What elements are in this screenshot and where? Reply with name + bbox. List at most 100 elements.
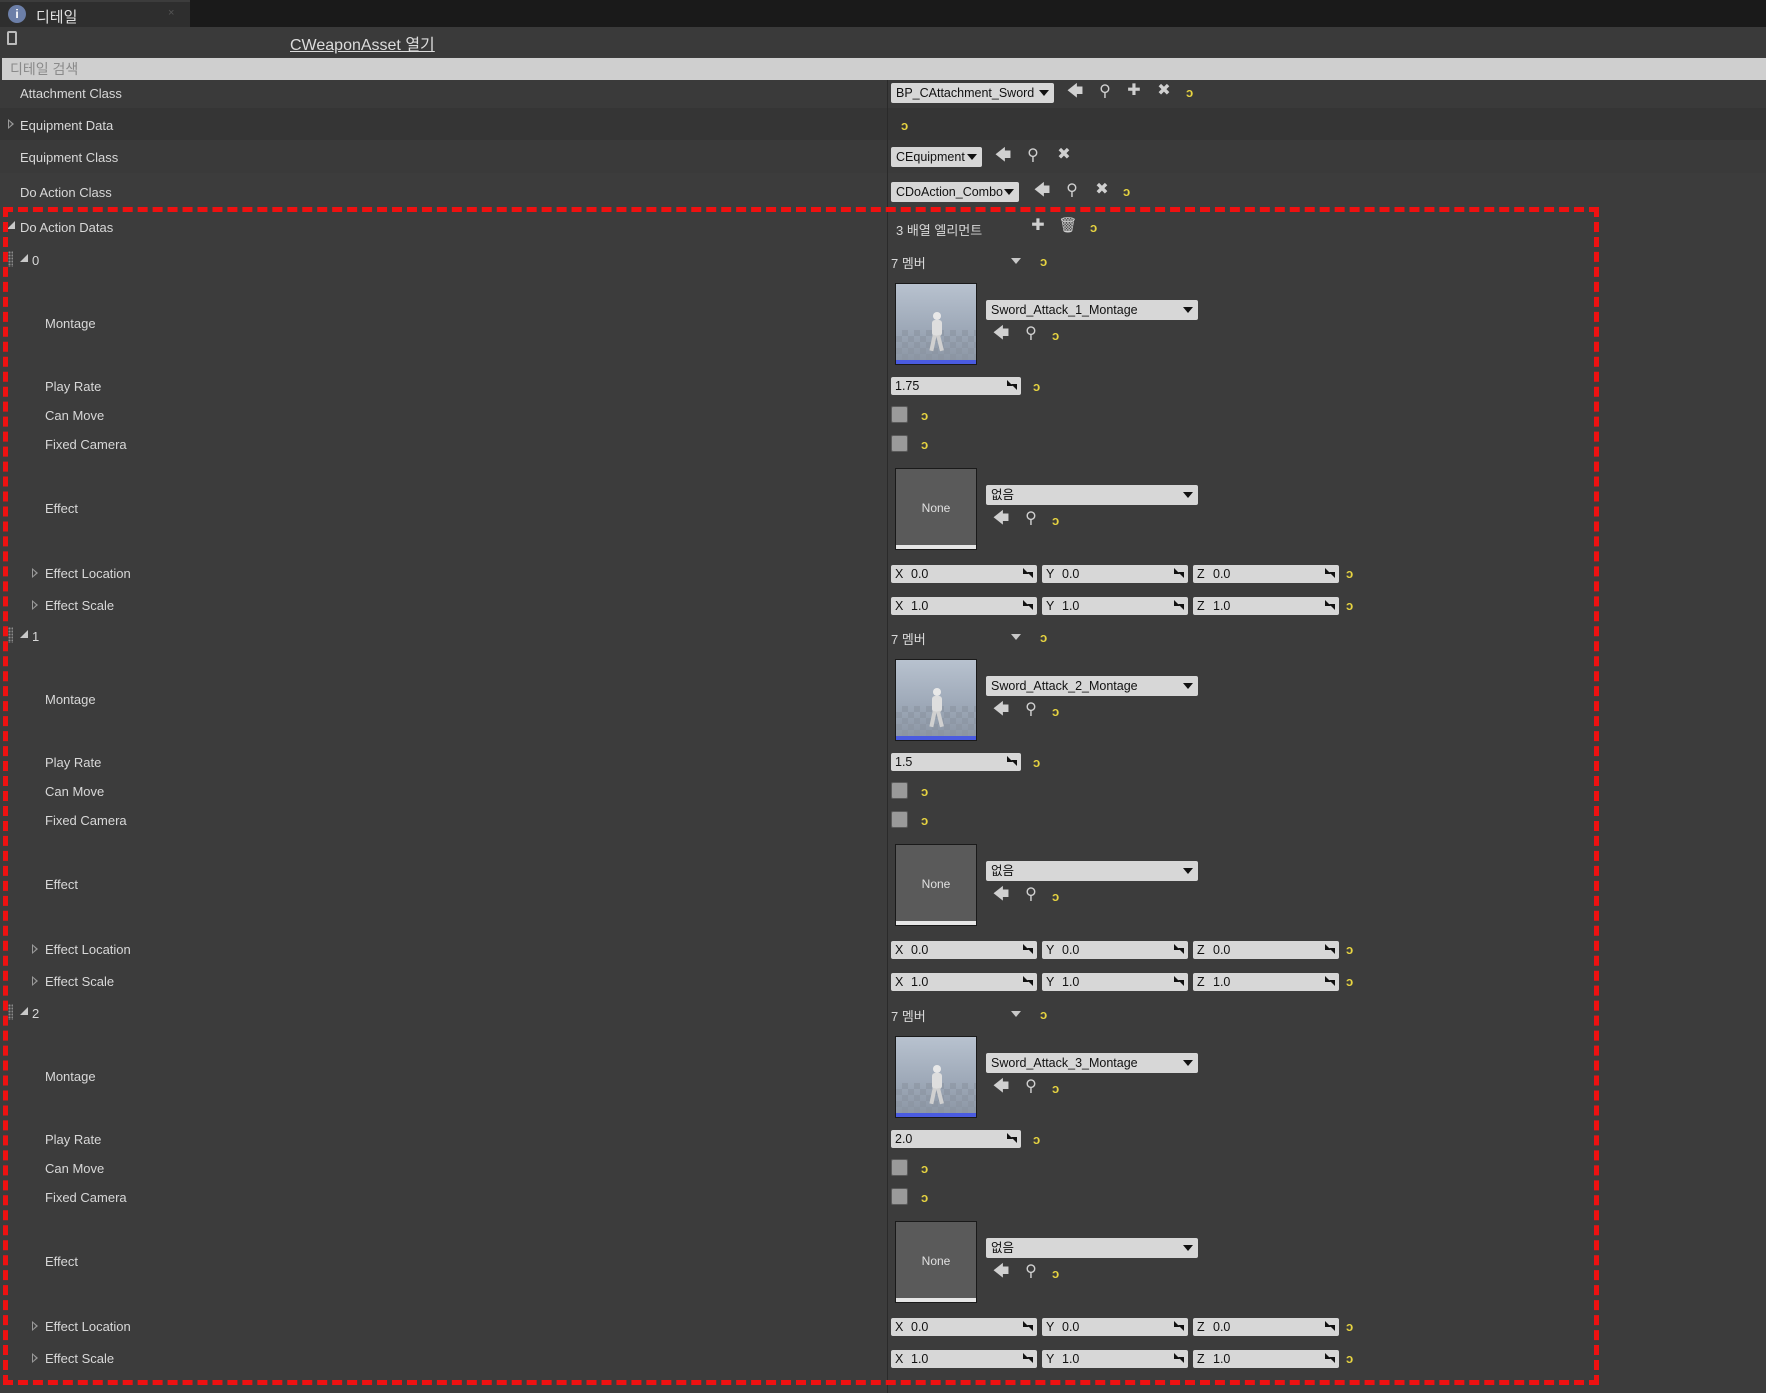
use-selected-arrow-icon[interactable]: 🡄 [991, 326, 1011, 342]
montage-thumbnail[interactable] [895, 1036, 977, 1118]
effect-location-x-field[interactable]: X 0.0 [891, 565, 1037, 583]
effect-scale-y-field[interactable]: Y 1.0 [1042, 1350, 1188, 1368]
browse-search-icon[interactable]: ⚲ [1021, 887, 1041, 903]
equipment-data-reset-icon[interactable]: ↄ [901, 119, 908, 132]
equipment-class-combo[interactable]: CEquipment [891, 147, 982, 167]
effect-location-expand-icon[interactable] [32, 944, 38, 954]
effect-location-z-field[interactable]: Z 0.0 [1193, 941, 1339, 959]
play-rate-field[interactable]: 1.5 [891, 753, 1021, 771]
fixed-camera-checkbox[interactable] [891, 435, 908, 452]
effect-thumbnail[interactable]: None [895, 468, 977, 550]
browse-search-icon[interactable]: ⚲ [1095, 84, 1115, 100]
effect-scale-y-field[interactable]: Y 1.0 [1042, 973, 1188, 991]
effect-reset-icon[interactable]: ↄ [1052, 514, 1059, 527]
browse-search-icon[interactable]: ⚲ [1021, 511, 1041, 527]
effect-location-x-field[interactable]: X 0.0 [891, 1318, 1037, 1336]
clear-icon[interactable]: ✖ [1154, 83, 1174, 99]
browse-search-icon[interactable]: ⚲ [1021, 1079, 1041, 1095]
effect-location-x-field[interactable]: X 0.0 [891, 941, 1037, 959]
element-reset-icon[interactable]: ↄ [1040, 631, 1047, 644]
browse-search-icon[interactable]: ⚲ [1021, 702, 1041, 718]
use-selected-arrow-icon[interactable]: 🡄 [1065, 84, 1085, 100]
tab-details[interactable]: i 디테일 × [0, 0, 190, 27]
effect-thumbnail[interactable]: None [895, 1221, 977, 1303]
do-action-datas-reset-icon[interactable]: ↄ [1090, 221, 1097, 234]
can-move-checkbox[interactable] [891, 1159, 908, 1176]
montage-reset-icon[interactable]: ↄ [1052, 329, 1059, 342]
members-dropdown[interactable]: 7 멤버 [891, 1006, 1021, 1025]
effect-location-reset-icon[interactable]: ↄ [1346, 943, 1353, 956]
montage-reset-icon[interactable]: ↄ [1052, 705, 1059, 718]
use-selected-arrow-icon[interactable]: 🡄 [993, 148, 1013, 164]
element-collapse-icon[interactable] [20, 254, 28, 262]
drag-handle[interactable] [8, 1004, 13, 1020]
open-asset-link[interactable]: CWeaponAsset 열기 [290, 31, 435, 55]
add-element-icon[interactable]: ✚ [1028, 218, 1048, 234]
equipment-data-expand-icon[interactable] [8, 119, 14, 129]
effect-reset-icon[interactable]: ↄ [1052, 1267, 1059, 1280]
effect-scale-z-field[interactable]: Z 1.0 [1193, 597, 1339, 615]
effect-location-y-field[interactable]: Y 0.0 [1042, 941, 1188, 959]
browse-search-icon[interactable]: ⚲ [1021, 326, 1041, 342]
can-move-reset-icon[interactable]: ↄ [921, 1162, 928, 1175]
effect-combo[interactable]: 없음 [986, 485, 1198, 505]
effect-scale-reset-icon[interactable]: ↄ [1346, 975, 1353, 988]
play-rate-reset-icon[interactable]: ↄ [1033, 1133, 1040, 1146]
can-move-checkbox[interactable] [891, 406, 908, 423]
effect-location-expand-icon[interactable] [32, 1321, 38, 1331]
use-selected-arrow-icon[interactable]: 🡄 [991, 887, 1011, 903]
tab-close-icon[interactable]: × [168, 7, 174, 19]
details-search-input[interactable] [2, 58, 1766, 80]
do-action-class-combo[interactable]: CDoAction_Combo [891, 182, 1019, 202]
effect-location-reset-icon[interactable]: ↄ [1346, 1320, 1353, 1333]
effect-scale-expand-icon[interactable] [32, 600, 38, 610]
use-selected-arrow-icon[interactable]: 🡄 [991, 511, 1011, 527]
montage-combo[interactable]: Sword_Attack_2_Montage [986, 676, 1198, 696]
element-collapse-icon[interactable] [20, 630, 28, 638]
montage-thumbnail[interactable] [895, 659, 977, 741]
fixed-camera-reset-icon[interactable]: ↄ [921, 438, 928, 451]
effect-scale-z-field[interactable]: Z 1.0 [1193, 1350, 1339, 1368]
effect-scale-expand-icon[interactable] [32, 976, 38, 986]
effect-location-y-field[interactable]: Y 0.0 [1042, 565, 1188, 583]
effect-thumbnail[interactable]: None [895, 844, 977, 926]
drag-handle[interactable] [8, 627, 13, 643]
can-move-reset-icon[interactable]: ↄ [921, 785, 928, 798]
attachment-class-combo[interactable]: BP_CAttachment_Sword [891, 83, 1054, 103]
add-icon[interactable]: ✚ [1124, 83, 1144, 99]
browse-search-icon[interactable]: ⚲ [1021, 1264, 1041, 1280]
element-reset-icon[interactable]: ↄ [1040, 1008, 1047, 1021]
lock-icon[interactable] [7, 31, 17, 45]
can-move-checkbox[interactable] [891, 782, 908, 799]
browse-search-icon[interactable]: ⚲ [1023, 148, 1043, 164]
effect-combo[interactable]: 없음 [986, 861, 1198, 881]
can-move-reset-icon[interactable]: ↄ [921, 409, 928, 422]
use-selected-arrow-icon[interactable]: 🡄 [991, 1079, 1011, 1095]
effect-scale-x-field[interactable]: X 1.0 [891, 973, 1037, 991]
element-reset-icon[interactable]: ↄ [1040, 255, 1047, 268]
effect-location-expand-icon[interactable] [32, 568, 38, 578]
delete-all-icon[interactable]: 🗑 [1058, 218, 1078, 234]
effect-scale-x-field[interactable]: X 1.0 [891, 1350, 1037, 1368]
play-rate-reset-icon[interactable]: ↄ [1033, 380, 1040, 393]
effect-scale-z-field[interactable]: Z 1.0 [1193, 973, 1339, 991]
effect-location-z-field[interactable]: Z 0.0 [1193, 1318, 1339, 1336]
effect-scale-y-field[interactable]: Y 1.0 [1042, 597, 1188, 615]
play-rate-reset-icon[interactable]: ↄ [1033, 756, 1040, 769]
clear-icon[interactable]: ✖ [1092, 182, 1112, 198]
members-dropdown[interactable]: 7 멤버 [891, 253, 1021, 272]
effect-scale-x-field[interactable]: X 1.0 [891, 597, 1037, 615]
effect-reset-icon[interactable]: ↄ [1052, 890, 1059, 903]
attachment-class-reset-icon[interactable]: ↄ [1186, 86, 1193, 99]
effect-scale-reset-icon[interactable]: ↄ [1346, 599, 1353, 612]
do-action-class-reset-icon[interactable]: ↄ [1123, 185, 1130, 198]
drag-handle[interactable] [8, 251, 13, 267]
do-action-datas-collapse-icon[interactable] [7, 221, 15, 229]
use-selected-arrow-icon[interactable]: 🡄 [1032, 183, 1052, 199]
browse-search-icon[interactable]: ⚲ [1062, 183, 1082, 199]
effect-scale-reset-icon[interactable]: ↄ [1346, 1352, 1353, 1365]
effect-location-z-field[interactable]: Z 0.0 [1193, 565, 1339, 583]
use-selected-arrow-icon[interactable]: 🡄 [991, 1264, 1011, 1280]
montage-combo[interactable]: Sword_Attack_1_Montage [986, 300, 1198, 320]
effect-location-y-field[interactable]: Y 0.0 [1042, 1318, 1188, 1336]
